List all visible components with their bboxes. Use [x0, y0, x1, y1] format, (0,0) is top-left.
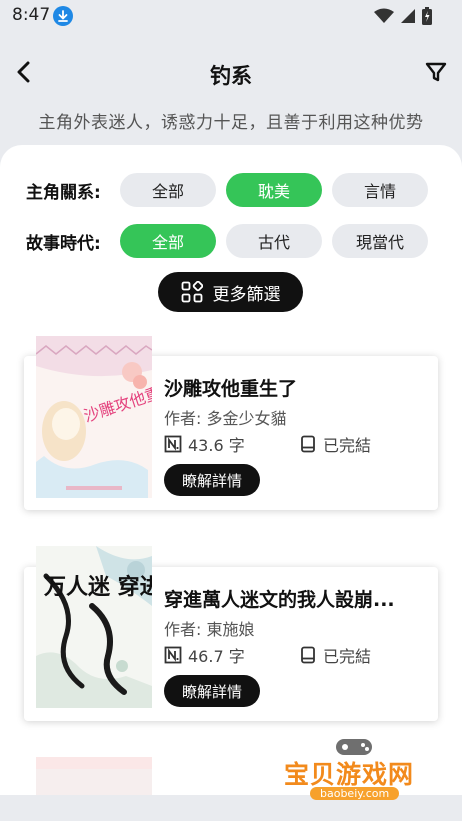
- chip-era-modern[interactable]: 現當代: [332, 224, 428, 258]
- book-status: 已完結: [299, 432, 371, 456]
- watermark-text: 宝贝游戏网: [284, 760, 415, 789]
- word-count: 46.7 字: [164, 643, 245, 667]
- header: 钓系: [0, 40, 462, 104]
- filter-label-era: 故事時代:: [26, 233, 101, 254]
- filter-row-era: 故事時代: 全部 古代 現當代: [26, 223, 438, 259]
- wifi-icon: [374, 8, 394, 23]
- cover-title: 万人迷 穿进 人设崩了: [43, 574, 152, 600]
- more-filters-button[interactable]: 更多篩選: [158, 272, 303, 312]
- page-title: 钓系: [210, 64, 252, 88]
- watermark: 宝贝游戏网 baobeiy.com: [284, 735, 444, 805]
- chip-relation-danmei[interactable]: 耽美: [226, 173, 322, 207]
- content-sheet: 主角關系: 全部 耽美 言情 故事時代: 全部 古代 現當代 更多篩選 沙雕攻他…: [0, 145, 462, 795]
- book-title: 沙雕攻他重生了: [164, 378, 298, 400]
- word-count-icon: [164, 435, 182, 453]
- chip-relation-all[interactable]: 全部: [120, 173, 216, 207]
- book-meta: 46.7 字 已完結: [164, 643, 424, 667]
- filter-button[interactable]: [422, 58, 450, 86]
- chip-relation-romance[interactable]: 言情: [332, 173, 428, 207]
- signal-icon: [401, 9, 415, 23]
- detail-button[interactable]: 瞭解詳情: [164, 464, 260, 496]
- book-icon: [301, 435, 315, 453]
- system-icons: [374, 6, 432, 26]
- status-time: 8:47: [12, 5, 51, 25]
- detail-button[interactable]: 瞭解詳情: [164, 675, 260, 707]
- filter-label-relation: 主角關系:: [26, 182, 101, 203]
- more-filters-label: 更多篩選: [212, 284, 281, 305]
- download-icon: [53, 6, 73, 26]
- status-bar: 8:47: [0, 0, 462, 32]
- book-status: 已完結: [299, 643, 371, 667]
- chip-era-ancient[interactable]: 古代: [226, 224, 322, 258]
- grid-icon: [181, 281, 203, 303]
- chip-era-all[interactable]: 全部: [120, 224, 216, 258]
- book-cover[interactable]: 沙雕攻他重生了: [36, 336, 152, 498]
- book-title: 穿進萬人迷文的我人設崩...: [164, 589, 395, 611]
- watermark-url: baobeiy.com: [310, 787, 400, 800]
- book-author: 作者: 東施娘: [164, 620, 255, 639]
- book-cover[interactable]: 万人迷 穿进 人设崩了: [36, 546, 152, 708]
- word-count: 43.6 字: [164, 432, 245, 456]
- book-author: 作者: 多金少女貓: [164, 409, 287, 428]
- funnel-icon: [425, 62, 447, 82]
- filter-row-relation: 主角關系: 全部 耽美 言情: [26, 172, 438, 208]
- gamepad-icon: [336, 739, 372, 755]
- word-count-icon: [164, 646, 182, 664]
- page-subtitle: 主角外表迷人，诱惑力十足，且善于利用这种优势: [38, 113, 424, 133]
- book-cover[interactable]: [36, 757, 152, 795]
- book-meta: 43.6 字 已完結: [164, 432, 424, 456]
- battery-icon: [422, 7, 432, 25]
- book-icon: [301, 646, 315, 664]
